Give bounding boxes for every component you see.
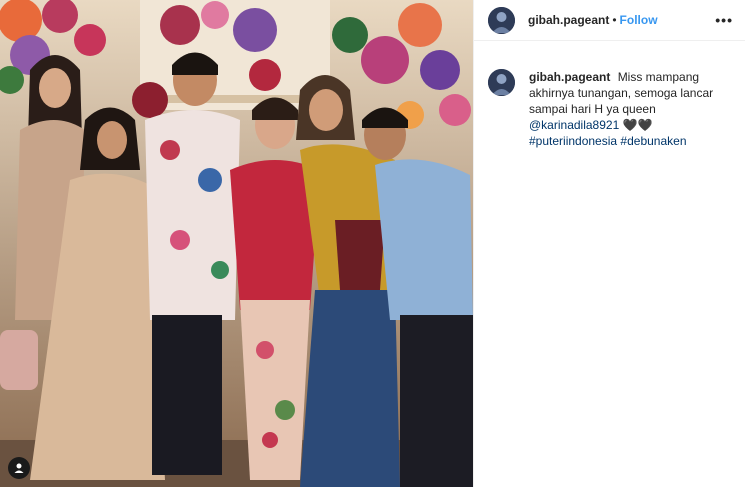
group-photo-illustration xyxy=(0,0,473,487)
hashtag-link[interactable]: #puteriindonesia xyxy=(529,134,617,148)
post-header: gibah.pageant • Follow ••• xyxy=(474,0,745,41)
caption-text: gibah.pageant Miss mampang akhirnya tuna… xyxy=(529,69,729,149)
avatar[interactable] xyxy=(488,6,515,34)
follow-button[interactable]: Follow xyxy=(620,13,658,27)
header-username[interactable]: gibah.pageant xyxy=(528,13,609,27)
caption-username[interactable]: gibah.pageant xyxy=(529,70,610,84)
mention-link[interactable]: @karinadila8921 xyxy=(529,118,619,132)
post-photo[interactable] xyxy=(0,0,473,487)
more-options-icon[interactable]: ••• xyxy=(715,12,733,28)
caption-avatar[interactable] xyxy=(488,69,515,96)
avatar-image xyxy=(488,69,515,96)
hashtag-link[interactable]: #debunaken xyxy=(620,134,686,148)
user-tag-icon[interactable] xyxy=(8,457,30,479)
post-sidebar: gibah.pageant • Follow ••• gibah.pageant… xyxy=(473,0,745,487)
heart-emoji: 🖤🖤 xyxy=(622,118,653,132)
instagram-post: gibah.pageant • Follow ••• gibah.pageant… xyxy=(0,0,745,487)
avatar-image xyxy=(488,6,515,34)
caption-row: gibah.pageant Miss mampang akhirnya tuna… xyxy=(474,41,745,149)
separator-dot: • xyxy=(612,13,617,27)
person-icon xyxy=(14,463,24,473)
